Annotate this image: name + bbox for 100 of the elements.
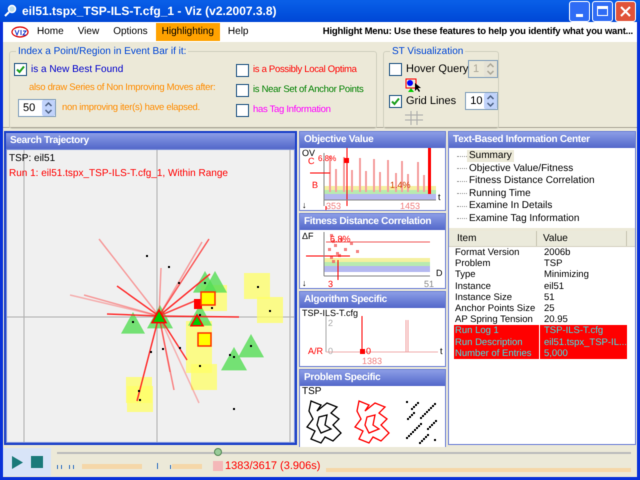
table-cell: Anchor Points Size	[454, 302, 540, 314]
panel-title: Text-Based Information Center	[449, 132, 635, 148]
tree-item[interactable]: Summary	[467, 150, 514, 162]
table-cell-text: 25	[543, 302, 555, 314]
marker-label: 0	[366, 346, 372, 356]
menu-item[interactable]: Highlighting	[156, 23, 220, 41]
highlight-region	[127, 386, 153, 412]
table-cell: Problem	[454, 258, 540, 270]
checkbox[interactable]	[236, 84, 249, 96]
table-cell-text: 2006b	[543, 247, 570, 258]
spin-arrows-icon[interactable]	[484, 93, 497, 109]
tree-item[interactable]: Running Time	[467, 188, 533, 200]
axis-label: C	[308, 156, 314, 166]
magnifier-icon	[4, 4, 18, 18]
close-icon	[620, 6, 631, 16]
arrow-label: ↓	[302, 200, 306, 210]
checkbox[interactable]	[389, 94, 402, 108]
table-cell-text: Minimizing	[543, 269, 589, 281]
table-row[interactable]: Problem TSP	[454, 258, 627, 270]
anchor-triangle	[203, 271, 227, 293]
problem-label: TSP: eil51	[9, 152, 56, 166]
axis-label: ΔF	[302, 231, 314, 241]
time-label: 1383/3617 (3.906s)	[224, 458, 320, 474]
run-label: Run 1: eil51.tspx_TSP-ILS-T.cfg_1, Within Range	[9, 167, 229, 181]
tick-label: 51	[424, 279, 434, 288]
position-marker-icon	[213, 461, 223, 471]
table-cell: Format Version	[454, 247, 540, 258]
table-row[interactable]: Instance eil51	[454, 280, 627, 292]
problem-name: TSP	[301, 386, 322, 397]
tree-item[interactable]: Objective Value/Fitness	[467, 162, 576, 175]
anchor-triangle	[221, 347, 247, 370]
checkbox-label: is a New Best Found	[31, 62, 124, 76]
panel-title: Search Trajectory	[6, 133, 295, 149]
panel-title: Fitness Distance Correlation	[300, 214, 445, 230]
arrow-label: ↓	[302, 278, 306, 288]
spin-arrows-icon[interactable]	[42, 100, 55, 116]
menu-item[interactable]: Home	[31, 23, 70, 41]
menu-item[interactable]: View	[72, 23, 106, 41]
highlight-region	[186, 347, 212, 373]
close-button[interactable]	[615, 0, 636, 22]
percent-label: 6.8%	[318, 154, 336, 163]
highlight-region	[257, 297, 283, 323]
axis-label: D	[436, 268, 442, 278]
config-label: TSP-ILS-T.cfg	[302, 308, 358, 318]
table-cell-text: TSP-ILS-T.cfg	[543, 325, 604, 336]
checkbox[interactable]	[14, 62, 27, 76]
checkbox-label: is a Possibly Local Optima	[253, 62, 357, 77]
series-text: also draw Series of Non Improving Moves after:	[29, 82, 216, 94]
table-cell-text: 5,000	[543, 348, 568, 359]
table-row[interactable]: Anchor Points Size 25	[454, 302, 627, 314]
anchor-triangle	[121, 312, 145, 334]
tick-label: 1453	[400, 201, 420, 210]
table-cell-text: eil51.tspx_TSP-IL...	[543, 336, 627, 348]
column-header[interactable]: Value	[537, 231, 627, 246]
checkbox[interactable]	[236, 64, 249, 76]
spin-field[interactable]: 50	[18, 99, 56, 117]
minimize-button[interactable]	[569, 0, 590, 22]
table-row[interactable]: Instance Size 51	[454, 292, 627, 303]
checkbox[interactable]	[236, 104, 249, 116]
table-cell-text: 20.95	[543, 314, 568, 326]
menu-item[interactable]: Options	[107, 23, 154, 41]
tick-label: 1383	[362, 356, 382, 366]
table-cell-text: eil51	[543, 280, 564, 292]
best-square	[197, 332, 212, 347]
column-header[interactable]: Item	[449, 231, 537, 246]
panel-title: Problem Specific	[300, 370, 445, 386]
percent-label: 6.8%	[330, 234, 351, 244]
table-cell: Instance	[454, 280, 540, 292]
axis-label: B	[312, 180, 318, 190]
panel-title: Objective Value	[300, 132, 445, 148]
table-row[interactable]: Type Minimizing	[454, 269, 627, 281]
axis-label: A/R	[308, 346, 324, 356]
spin-field[interactable]: 10	[465, 92, 498, 110]
tick-label: 353	[326, 201, 342, 210]
checkbox-label: has Tag Information	[253, 102, 331, 117]
menu-hint: Highlight Menu: Use these features to help you identify what you want...	[322, 24, 634, 39]
play-button[interactable]	[11, 456, 23, 468]
window-title: eil51.tspx_TSP-ILS-T.cfg_1 - Viz (v2.2007.3.8)	[22, 3, 277, 20]
tree-item[interactable]: Examine Tag Information	[467, 212, 582, 225]
checkbox-label: is Near Set of Anchor Points	[253, 82, 364, 97]
current-marker	[194, 299, 202, 309]
percent-label: 1.4%	[390, 180, 411, 190]
best-square	[200, 291, 216, 306]
tree-item[interactable]: Examine In Details	[467, 200, 554, 212]
series-text: non improving iter(s) have elapsed.	[62, 100, 200, 115]
maximize-button[interactable]	[592, 0, 613, 22]
axis-label: OV	[302, 148, 316, 158]
menu-item[interactable]: Help	[222, 23, 254, 41]
checkbox-label: Grid Lines	[406, 94, 458, 109]
anchor-triangle	[238, 334, 264, 358]
table-row[interactable]: Format Version 2006b	[454, 247, 627, 258]
logo-icon	[11, 26, 29, 38]
table-cell-text: TSP	[543, 258, 562, 270]
start-triangle	[190, 313, 204, 327]
axis-label: t	[438, 192, 441, 202]
panel-title: Algorithm Specific	[300, 292, 445, 308]
tree-item[interactable]: Fitness Distance Correlation	[467, 175, 597, 188]
highlight-region	[244, 273, 270, 299]
timeline-thumb[interactable]	[214, 448, 222, 456]
table-cell: Instance Size	[454, 292, 540, 303]
